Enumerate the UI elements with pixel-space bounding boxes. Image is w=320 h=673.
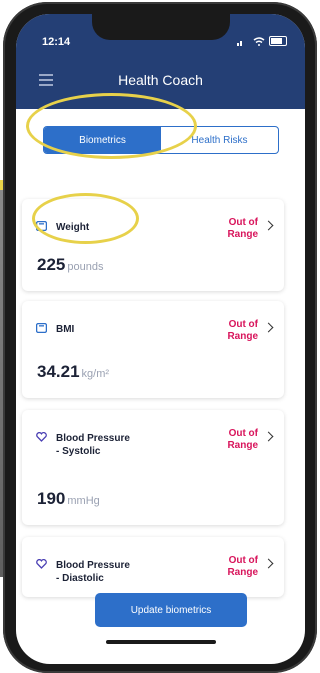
chevron-right-icon: [263, 431, 274, 442]
status-line-1: Out of: [228, 319, 258, 330]
status-line-2: Range: [227, 229, 258, 240]
status-icons: [237, 36, 287, 46]
value-number: 225: [37, 255, 66, 274]
status-line-1: Out of: [228, 428, 258, 439]
status-line-2: Range: [227, 331, 258, 342]
value-number: 34.21: [37, 362, 80, 381]
card-value: 34.21 kg/m²: [37, 362, 109, 382]
biometric-card-bp-diastolic[interactable]: Blood Pressure - Diastolic Out of Range: [22, 537, 284, 597]
card-value: 225 pounds: [37, 255, 103, 275]
chevron-right-icon: [263, 322, 274, 333]
biometric-card-bmi[interactable]: BMI Out of Range 34.21 kg/m²: [22, 301, 284, 398]
status-badge: Out of Range: [227, 217, 258, 241]
status-line-2: Range: [227, 567, 258, 578]
home-indicator: [106, 640, 216, 644]
card-label: Blood Pressure - Systolic: [56, 433, 130, 457]
card-label: BMI: [56, 324, 75, 335]
battery-icon: [269, 36, 287, 46]
value-number: 190: [37, 489, 66, 508]
signal-icon: [237, 40, 242, 46]
highlight-ellipse-tabs: [26, 93, 197, 159]
status-line-1: Out of: [228, 555, 258, 566]
card-value: 190 mmHg: [37, 489, 100, 509]
value-unit: mmHg: [67, 495, 100, 507]
scale-icon: [36, 323, 47, 333]
wifi-icon: [253, 36, 265, 46]
status-time: 12:14: [42, 36, 71, 48]
app-header: 12:14 Health Coach: [16, 14, 305, 109]
status-badge: Out of Range: [227, 428, 258, 452]
heart-icon: [36, 559, 47, 569]
chevron-right-icon: [263, 220, 274, 231]
page-title: Health Coach: [118, 72, 203, 88]
status-badge: Out of Range: [227, 319, 258, 343]
phone-notch: [92, 14, 230, 40]
status-line-1: Out of: [228, 217, 258, 228]
biometric-card-bp-systolic[interactable]: Blood Pressure - Systolic Out of Range 1…: [22, 410, 284, 525]
value-unit: kg/m²: [81, 368, 110, 380]
highlight-ellipse-weight: [32, 193, 139, 244]
card-label: Blood Pressure - Diastolic: [56, 560, 130, 584]
value-unit: pounds: [67, 261, 104, 273]
chevron-right-icon: [263, 558, 274, 569]
update-biometrics-button[interactable]: Update biometrics: [95, 593, 247, 627]
status-badge: Out of Range: [227, 555, 258, 579]
heart-icon: [36, 432, 47, 442]
status-line-2: Range: [227, 440, 258, 451]
